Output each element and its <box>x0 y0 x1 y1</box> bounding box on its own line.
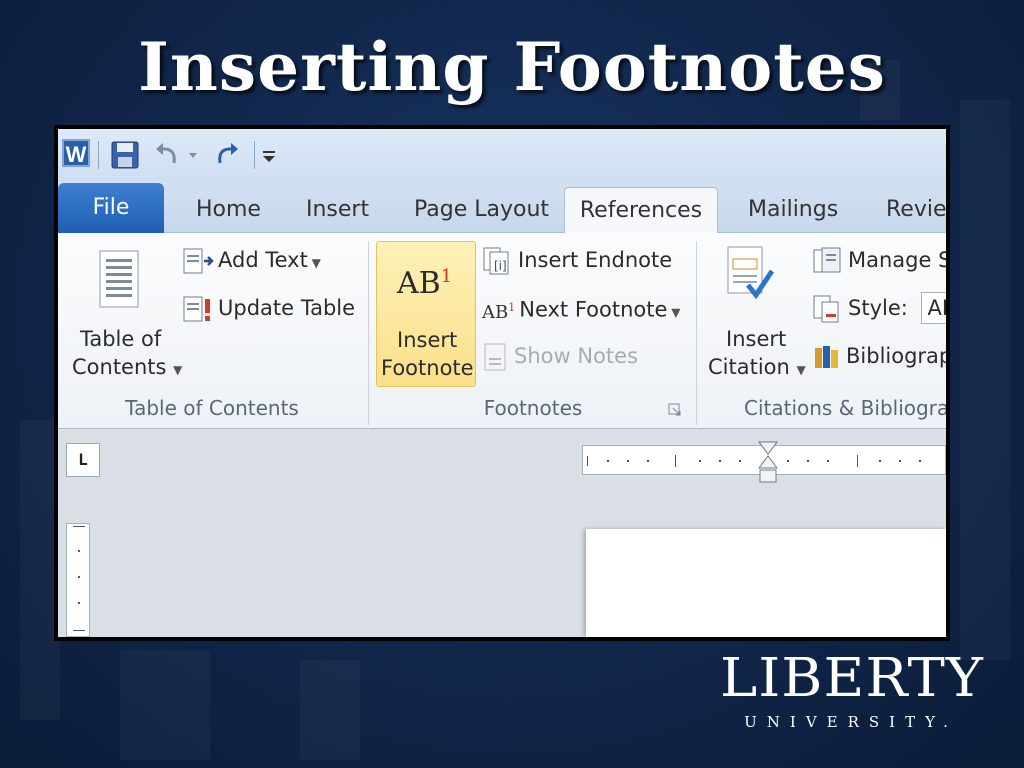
show-notes-icon <box>484 343 506 371</box>
add-text-button[interactable]: Add Text ▼ <box>182 243 321 277</box>
style-selector[interactable]: Style: APA <box>812 291 946 325</box>
liberty-university-logo: LIBERTY UNIVERSITY. <box>720 647 984 732</box>
vertical-ruler-ticks <box>73 526 85 631</box>
style-dropdown[interactable]: APA <box>920 292 946 324</box>
next-footnote-icon: AB1 <box>482 291 515 330</box>
logo-sub-text: UNIVERSITY. <box>744 713 958 731</box>
update-table-icon <box>183 296 210 322</box>
style-icon <box>813 295 839 323</box>
save-icon[interactable] <box>110 139 140 171</box>
toc-label-line1: Table of <box>80 327 162 351</box>
add-text-icon <box>183 248 214 274</box>
bibliography-icon <box>815 346 838 368</box>
insert-citation-line2: Citation <box>708 355 790 379</box>
tab-mailings[interactable]: Mailings <box>748 187 838 233</box>
vertical-ruler[interactable] <box>66 523 90 637</box>
redo-icon[interactable] <box>212 139 242 171</box>
svg-text:[i]: [i] <box>494 259 507 273</box>
logo-main-text: LIBERTY <box>720 647 984 710</box>
document-area: L <box>58 429 946 637</box>
word-app-icon[interactable]: W <box>62 139 90 167</box>
add-text-label: Add Text <box>218 248 308 272</box>
table-of-contents-button[interactable]: Table of Contents ▼ <box>64 241 182 387</box>
dropdown-arrow-icon: ▼ <box>796 363 806 377</box>
dialog-launcher-icon[interactable] <box>668 403 682 417</box>
bibliography-button[interactable]: Bibliograp <box>812 339 946 373</box>
insert-footnote-line2: Footnote <box>381 356 474 380</box>
toc-label-line2: Contents <box>72 355 167 379</box>
table-of-contents-icon <box>99 250 139 308</box>
dropdown-arrow-icon: ▼ <box>307 256 321 270</box>
insert-footnote-button[interactable]: AB1 Insert Footnote <box>376 241 476 387</box>
manage-sources-button[interactable]: Manage S <box>812 243 946 277</box>
tab-file[interactable]: File <box>58 183 164 233</box>
next-footnote-icon-text: AB <box>482 302 509 323</box>
insert-citation-button[interactable]: Insert Citation ▼ <box>704 241 806 387</box>
toc-label-line2-wrap: Contents ▼ <box>72 355 182 379</box>
ribbon-tabs: File Home Insert Page Layout References … <box>58 181 946 234</box>
document-page[interactable] <box>586 529 946 637</box>
insert-endnote-button[interactable]: [i] Insert Endnote <box>482 243 672 277</box>
group-divider <box>368 241 369 425</box>
insert-citation-icon <box>727 246 775 300</box>
next-footnote-button[interactable]: AB1 Next Footnote ▼ <box>482 291 680 325</box>
group-divider <box>696 241 697 425</box>
undo-icon[interactable] <box>152 139 182 171</box>
toolbar-separator <box>254 141 255 169</box>
references-ribbon: Table of Contents ▼ Add Text ▼ Update Ta… <box>58 233 946 429</box>
toolbar-separator <box>98 141 99 169</box>
tab-page-layout[interactable]: Page Layout <box>414 187 549 233</box>
show-notes-label: Show Notes <box>514 344 638 368</box>
undo-dropdown-icon[interactable] <box>186 139 200 171</box>
insert-endnote-icon: [i] <box>483 247 509 275</box>
next-footnote-icon-sup: 1 <box>508 301 516 314</box>
manage-sources-icon <box>813 247 841 273</box>
table-of-contents-group-label: Table of Contents <box>125 396 299 420</box>
show-notes-button[interactable]: Show Notes <box>482 339 638 373</box>
insert-footnote-icon: AB1 <box>397 266 452 301</box>
bibliography-label: Bibliograp <box>846 344 946 368</box>
style-label: Style: <box>848 296 908 320</box>
indent-marker-icon[interactable] <box>757 440 779 486</box>
word-ribbon-screenshot: W File Home Insert Page Layout Reference… <box>54 125 950 641</box>
insert-citation-line2-wrap: Citation ▼ <box>708 355 806 379</box>
update-table-label: Update Table <box>218 296 356 320</box>
footnote-icon-sup: 1 <box>440 266 453 287</box>
manage-sources-label: Manage S <box>848 248 946 272</box>
citations-group-label: Citations & Bibliogra <box>744 396 946 420</box>
insert-citation-line1: Insert <box>726 327 787 351</box>
slide-title: Inserting Footnotes <box>138 28 886 106</box>
customize-toolbar-icon[interactable] <box>260 139 278 171</box>
update-table-button[interactable]: Update Table <box>182 291 355 325</box>
quick-access-toolbar: W <box>58 129 946 181</box>
horizontal-ruler[interactable] <box>582 441 946 483</box>
tab-home[interactable]: Home <box>196 187 261 233</box>
dropdown-arrow-icon: ▼ <box>667 305 681 320</box>
footnotes-group-label: Footnotes <box>483 396 583 420</box>
insert-endnote-label: Insert Endnote <box>518 248 673 272</box>
insert-footnote-line1: Insert <box>397 328 458 352</box>
tab-references[interactable]: References <box>564 187 718 234</box>
tab-selector[interactable]: L <box>66 443 100 477</box>
next-footnote-label: Next Footnote <box>519 297 668 322</box>
tab-review[interactable]: Review <box>886 187 946 233</box>
footnote-icon-text: AB <box>397 266 441 301</box>
tab-insert[interactable]: Insert <box>306 187 369 233</box>
dropdown-arrow-icon: ▼ <box>173 363 183 377</box>
